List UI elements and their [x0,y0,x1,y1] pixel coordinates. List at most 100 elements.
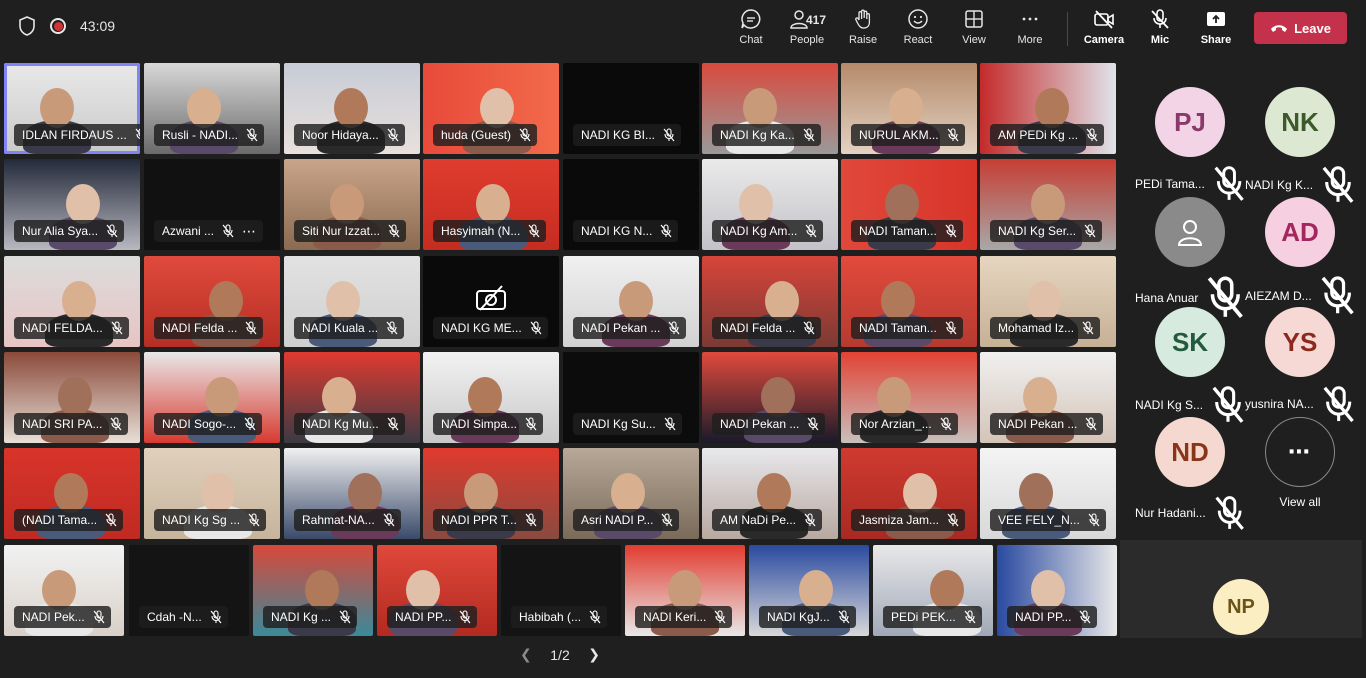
sidebar-participant[interactable]: AD AIEZAM D... [1245,197,1355,316]
participant-name: Rahmat-NA... [302,513,375,527]
participant-tile[interactable]: NADI KG BI... [563,63,699,154]
participant-name-label: NADI Felda ... [154,317,264,339]
view-all-button[interactable]: ⋯ View all [1245,417,1355,509]
participant-tile[interactable]: NADI KgJ... [749,545,869,636]
participant-tile[interactable]: NADI Taman... [841,159,977,250]
participant-name-label: Siti Nur Izzat... [294,220,407,242]
participant-name-label: NADI KG N... [573,220,679,242]
participant-tile[interactable]: Noor Hidaya... [284,63,420,154]
grid-view-icon [965,10,983,28]
participant-tile[interactable]: NADI Kg Ka... [702,63,838,154]
participant-tile[interactable]: Rusli - NADI... [144,63,280,154]
participant-tile[interactable]: NADI Pekan ... [980,352,1116,443]
participant-tile[interactable]: NADI Kuala ... [284,256,420,347]
raise-hand-button[interactable]: Raise [848,8,878,52]
participant-tile[interactable]: NADI SRI PA... [4,352,140,443]
share-button[interactable]: Share [1200,8,1232,52]
participant-name-label: NADI Pekan ... [990,413,1104,435]
participant-tile[interactable]: huda (Guest) [423,63,559,154]
chevron-left-icon[interactable]: ❮ [520,646,532,663]
mic-off-icon [668,321,680,335]
participant-tile[interactable]: AM NaDi Pe... [702,448,838,539]
participant-tile[interactable]: NADI Kg Sg ... [144,448,280,539]
participant-tile[interactable]: Nur Alia Sya... [4,159,140,250]
participant-tile[interactable]: IDLAN FIRDAUS ... [4,63,140,154]
camera-button[interactable]: Camera [1083,8,1125,52]
participant-tile[interactable]: NADI Kg ... [253,545,373,636]
mic-off-icon [222,224,234,238]
camera-label: Camera [1083,34,1125,46]
participant-tile[interactable]: NADI Pekan ... [563,256,699,347]
self-avatar: NP [1213,579,1269,635]
more-button[interactable]: More [1015,8,1045,52]
camera-off-icon [1094,10,1114,29]
mic-button[interactable]: Mic [1145,8,1175,52]
participant-tile[interactable]: Nor Arzian_... [841,352,977,443]
participant-tile[interactable]: VEE FELY_N... [980,448,1116,539]
participant-tile[interactable]: NADI PPR T... [423,448,559,539]
participant-name-label: NADI PPR T... [433,509,543,531]
participant-name-label: VEE FELY_N... [990,509,1106,531]
participant-name: NADI Felda ... [720,321,796,335]
participant-tile[interactable]: (NADI Tama... [4,448,140,539]
participant-tile[interactable]: NURUL AKM... [841,63,977,154]
participant-tile[interactable]: Cdah -N... [129,545,249,636]
mic-off-icon [111,321,123,335]
participant-tile[interactable]: NADI FELDA... [4,256,140,347]
sidebar-participant[interactable]: SK NADI Kg S... [1135,307,1245,425]
participant-name-label: IDLAN FIRDAUS ... [14,124,140,146]
participant-tile[interactable]: Azwani ... ⋯ [144,159,280,250]
participant-tile[interactable]: NADI PP... [377,545,497,636]
participant-tile[interactable]: Siti Nur Izzat... [284,159,420,250]
participant-tile[interactable]: NADI Taman... [841,256,977,347]
sidebar-participant[interactable]: PJ PEDi Tama... [1135,87,1245,203]
participant-tile[interactable]: Asri NADI P... [563,448,699,539]
mic-off-icon [387,128,399,142]
participant-name: Mohamad Iz... [998,321,1075,335]
chat-icon [741,9,761,29]
sidebar-participant[interactable]: YS yusnira NA... [1245,307,1355,424]
leave-button[interactable]: Leave [1254,12,1347,44]
participant-tile[interactable]: NADI KG N... [563,159,699,250]
participant-tile[interactable]: PEDi PEK... [873,545,993,636]
participant-tile[interactable]: NADI Kg Mu... [284,352,420,443]
participant-name-label: NADI KG ME... [433,317,548,339]
participant-tile[interactable]: NADI KG ME... [423,256,559,347]
participant-avatar: YS [1265,307,1335,377]
react-button[interactable]: React [903,8,933,52]
participant-tile[interactable]: NADI Keri... [625,545,745,636]
people-button[interactable]: 417 People [786,8,828,52]
participant-tile[interactable]: NADI Kg Am... [702,159,838,250]
participant-tile[interactable]: NADI Sogo-... [144,352,280,443]
sidebar-participant[interactable]: NK NADI Kg K... [1245,87,1355,205]
sidebar-participant-name: AIEZAM D... [1245,288,1312,303]
participant-tile[interactable]: Mohamad Iz... [980,256,1116,347]
view-button[interactable]: View [959,8,989,52]
participant-tile[interactable]: NADI Pek... [4,545,124,636]
participant-tile[interactable]: AM PEDi Kg ... [980,63,1116,154]
sidebar-participant[interactable]: ND Nur Hadani... [1135,417,1245,532]
participant-name: Rusli - NADI... [162,128,239,142]
participant-avatar: ND [1155,417,1225,487]
chevron-right-icon[interactable]: ❯ [588,646,600,663]
chat-button[interactable]: Chat [736,8,766,52]
participant-name: NADI Simpa... [441,417,518,431]
sidebar-participant[interactable]: Hana Anuar [1135,197,1245,320]
sidebar-participant-name: View all [1279,495,1321,509]
participant-tile[interactable]: NADI Simpa... [423,352,559,443]
participant-tile[interactable]: Habibah (... [501,545,621,636]
participant-tile[interactable]: NADI Felda ... [144,256,280,347]
participant-tile[interactable]: NADI Kg Su... [563,352,699,443]
participant-tile[interactable]: NADI PP... [997,545,1117,636]
participant-name: NADI KG ME... [441,321,522,335]
more-options-icon[interactable]: ⋯ [242,223,257,240]
participant-tile[interactable]: Rahmat-NA... [284,448,420,539]
participant-tile[interactable]: NADI Pekan ... [702,352,838,443]
participant-tile[interactable]: NADI Kg Ser... [980,159,1116,250]
chat-label: Chat [739,34,763,46]
participant-tile[interactable]: Hasyimah (N... [423,159,559,250]
participant-tile[interactable]: NADI Felda ... [702,256,838,347]
participant-name: Jasmiza Jam... [859,513,940,527]
mic-off-icon [246,128,258,142]
participant-tile[interactable]: Jasmiza Jam... [841,448,977,539]
